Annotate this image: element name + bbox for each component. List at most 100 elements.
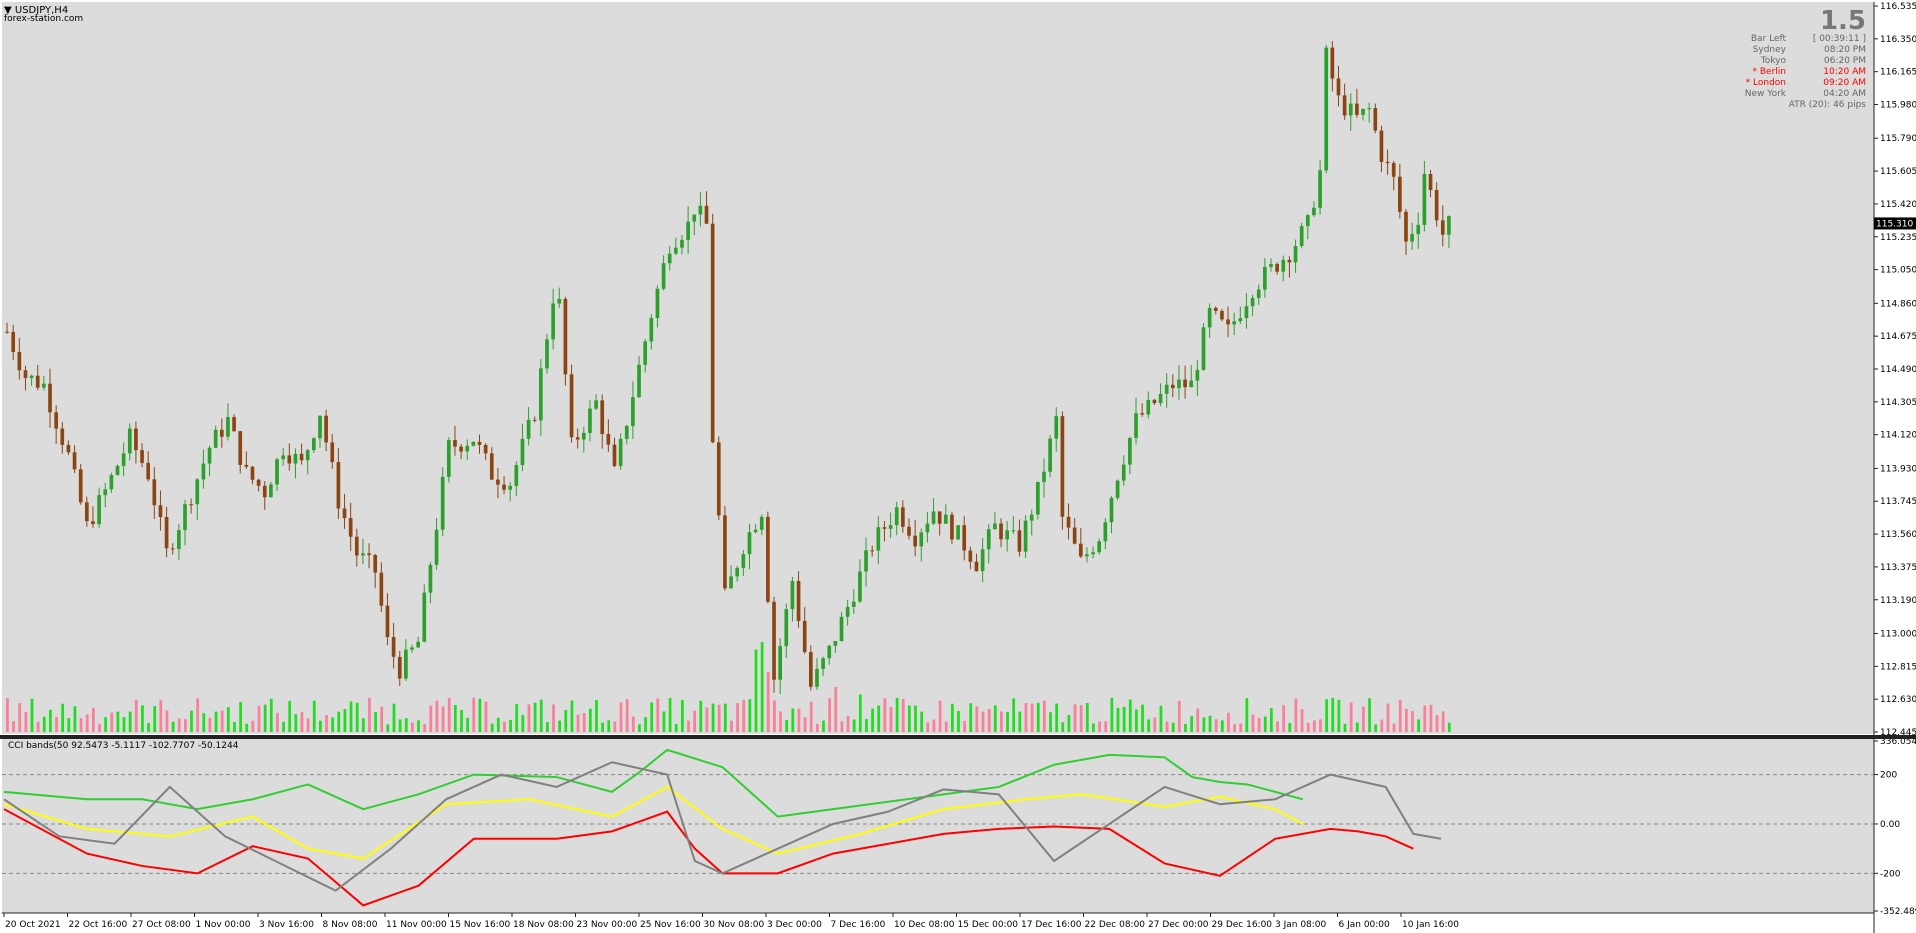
volume-bar	[901, 698, 905, 732]
candle-body	[520, 438, 525, 466]
candle-body	[1263, 266, 1267, 290]
candle-body	[833, 641, 838, 646]
volume-bar	[1147, 719, 1151, 732]
candle-body	[925, 523, 930, 533]
candle-body	[950, 514, 954, 540]
volume-bar	[1208, 715, 1212, 732]
price-chart[interactable]: 116.535 116.350 116.165 115.980 115.790 115.6…	[0, 0, 1916, 735]
volume-bar	[1349, 702, 1353, 732]
volume-bar	[613, 721, 617, 732]
volume-bar	[460, 710, 463, 732]
volume-bar	[631, 716, 635, 732]
candle-body	[851, 601, 856, 607]
volume-bar	[116, 711, 120, 732]
candle-body	[281, 455, 286, 460]
time-tick-label: 11 Nov 00:00	[386, 920, 447, 930]
volume-bar	[822, 720, 825, 732]
volume-bar	[1024, 703, 1028, 732]
candle-body	[937, 511, 942, 524]
volume-bar	[423, 724, 427, 732]
candle-body	[416, 641, 420, 648]
session-label: * Berlin	[1752, 67, 1786, 77]
candle-body	[974, 561, 979, 572]
volume-bar	[36, 721, 40, 732]
candle-body	[919, 532, 924, 547]
candle-body	[545, 339, 549, 369]
candle-body	[1232, 321, 1237, 325]
candle-body	[637, 364, 641, 398]
volume-bar	[1202, 717, 1206, 732]
candle-body	[624, 425, 629, 439]
volume-bar	[214, 711, 218, 732]
candle-body	[146, 462, 151, 480]
cci-tick-label: -200	[1880, 869, 1901, 879]
chart-background	[2, 2, 1874, 734]
candle-body	[1115, 480, 1120, 498]
volume-bar	[404, 718, 408, 732]
candle-body	[1042, 471, 1046, 482]
volume-bar	[153, 706, 157, 732]
volume-bar	[368, 697, 371, 732]
candle-body	[1220, 310, 1224, 320]
volume-bar	[1018, 711, 1022, 732]
candle-body	[1091, 552, 1095, 555]
price-tick-label: 116.165	[1880, 68, 1916, 78]
time-tick-label: 10 Dec 08:00	[894, 920, 955, 930]
candle-body	[103, 489, 108, 496]
candle-body	[753, 529, 758, 533]
candle-body	[1287, 259, 1292, 263]
volume-bar	[1282, 705, 1286, 732]
candle-body	[784, 609, 789, 647]
candle-body	[1336, 78, 1341, 96]
volume-bar	[447, 698, 451, 732]
candle-body	[1207, 307, 1212, 328]
cci-indicator-chart[interactable]: 336.0543 200 0.00 -200 -352.4893 20 Oct 2021…	[0, 739, 1916, 933]
volume-bar	[484, 701, 488, 732]
candle-body	[1011, 530, 1016, 532]
volume-bar	[601, 722, 604, 732]
candle-body	[1422, 174, 1427, 225]
volume-bar	[184, 719, 187, 732]
time-tick-label: 23 Nov 00:00	[577, 920, 638, 930]
volume-bar	[1030, 703, 1034, 732]
candle-body	[397, 656, 402, 679]
volume-bar	[920, 711, 924, 732]
volume-bar	[361, 718, 365, 732]
volume-bar	[306, 718, 310, 732]
candle-body	[23, 370, 28, 378]
volume-bar	[276, 712, 279, 732]
candle-body	[631, 397, 635, 426]
volume-bar	[159, 699, 163, 732]
volume-bar	[171, 721, 175, 732]
candle-body	[1379, 130, 1384, 162]
candle-body	[1299, 226, 1304, 247]
volume-bar	[1441, 711, 1445, 732]
candle-body	[404, 649, 408, 679]
candle-body	[575, 437, 580, 440]
volume-bar	[693, 710, 697, 732]
price-tick-label: 116.350	[1880, 35, 1916, 45]
candle-body	[1066, 516, 1071, 528]
volume-bar	[1257, 717, 1261, 732]
candle-body	[134, 428, 138, 451]
session-label: Bar Left	[1750, 34, 1786, 44]
volume-bar	[957, 711, 960, 732]
volume-bar	[1006, 711, 1009, 732]
candle-body	[115, 465, 120, 475]
candle-body	[551, 303, 555, 340]
volume-bar	[147, 722, 150, 732]
candle-body	[324, 415, 328, 443]
candle-body	[986, 529, 991, 550]
price-tick-label: 113.190	[1880, 596, 1916, 606]
volume-bar	[595, 700, 598, 732]
candle-body	[1373, 108, 1378, 131]
volume-bar	[42, 716, 46, 732]
candle-body	[778, 646, 782, 680]
volume-bar	[429, 705, 433, 732]
volume-bar	[797, 708, 801, 732]
candle-body	[410, 647, 414, 650]
candle-body	[287, 455, 292, 464]
cci-tick-label: 336.0543	[1880, 739, 1916, 747]
volume-bar	[1398, 699, 1402, 732]
session-label: Tokyo	[1760, 56, 1786, 66]
